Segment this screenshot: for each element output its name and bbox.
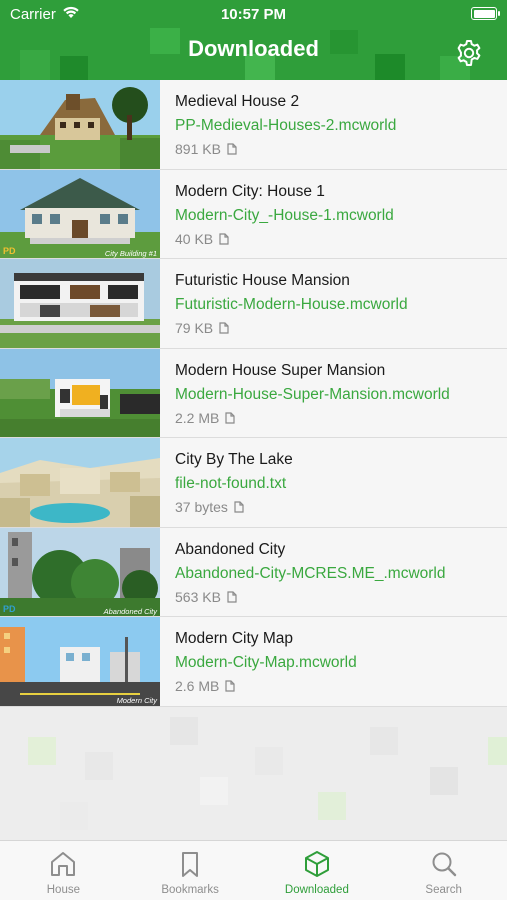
tab-downloaded[interactable]: Downloaded <box>254 841 381 900</box>
thumbnail-image <box>0 259 160 348</box>
thumbnail-image: PD Abandoned City <box>0 527 160 616</box>
document-icon <box>227 590 237 603</box>
item-size: 891 KB <box>175 141 237 157</box>
list-item[interactable]: Modern City Modern City Map Modern-City-… <box>0 617 507 707</box>
item-filename: Modern-House-Super-Mansion.mcworld <box>175 385 450 403</box>
item-filename: PP-Medieval-Houses-2.mcworld <box>175 117 397 134</box>
house-icon <box>51 852 76 876</box>
tab-bookmarks[interactable]: Bookmarks <box>127 841 254 900</box>
item-size: 37 bytes <box>175 499 244 515</box>
page-title: Downloaded <box>188 36 319 61</box>
item-size: 2.6 MB <box>175 678 235 694</box>
tab-label: House <box>46 884 80 896</box>
nav-header: Carrier 10:57 PM Downloaded <box>0 0 507 80</box>
item-title: Modern City Map <box>175 630 294 647</box>
background-pattern <box>0 707 507 840</box>
tab-label: Downloaded <box>284 884 349 896</box>
thumbnail-image <box>0 348 160 437</box>
thumb-badge: PD <box>3 246 16 256</box>
item-size: 79 KB <box>175 320 229 336</box>
document-icon <box>225 411 235 424</box>
document-icon <box>227 143 237 155</box>
tab-label: Search <box>425 884 462 896</box>
list-item[interactable]: Futuristic House Mansion Futuristic-Mode… <box>0 259 507 349</box>
item-filename: file-not-found.txt <box>175 475 287 492</box>
item-title: Medieval House 2 <box>175 93 300 110</box>
search-icon <box>432 852 456 877</box>
tab-label: Bookmarks <box>161 884 219 896</box>
document-icon <box>234 501 244 513</box>
clock: 10:57 PM <box>220 6 287 23</box>
list-item[interactable]: City By The Lake file-not-found.txt 37 b… <box>0 438 507 528</box>
list-item[interactable]: PD Abandoned City Abandoned City Abandon… <box>0 527 507 617</box>
item-title: Modern House Super Mansion <box>175 361 386 379</box>
item-filename: Modern-City_-House-1.mcworld <box>175 206 394 224</box>
document-icon <box>219 232 229 245</box>
item-title: Modern City: House 1 <box>175 182 325 200</box>
bookmark-icon <box>182 852 199 877</box>
item-filename: Futuristic-Modern-House.mcworld <box>175 296 408 313</box>
item-title: Abandoned City <box>175 540 286 558</box>
status-bar: Carrier 10:57 PM <box>0 0 507 28</box>
gear-icon[interactable] <box>455 39 483 67</box>
document-icon <box>219 322 229 334</box>
thumbnail-image: PD City Building #1 <box>0 169 160 258</box>
downloads-list: Medieval House 2 PP-Medieval-Houses-2.mc… <box>0 80 507 707</box>
tab-house[interactable]: House <box>0 841 127 900</box>
item-size: 40 KB <box>175 231 229 247</box>
thumb-caption: Modern City <box>117 696 159 705</box>
thumb-badge: PD <box>3 604 16 614</box>
tab-search[interactable]: Search <box>380 841 507 900</box>
item-title: City By The Lake <box>175 451 293 468</box>
thumb-caption: Abandoned City <box>103 607 159 616</box>
list-item[interactable]: PD City Building #1 Modern City: House 1… <box>0 169 507 259</box>
thumbnail-image <box>0 438 160 527</box>
item-size: 2.2 MB <box>175 410 235 426</box>
list-item[interactable]: Modern House Super Mansion Modern-House-… <box>0 348 507 438</box>
document-icon <box>225 680 235 692</box>
item-size: 563 KB <box>175 589 237 605</box>
thumbnail-image: Modern City <box>0 617 160 706</box>
tab-bar: House Bookmarks Downloaded Search <box>0 840 507 900</box>
thumbnail-image <box>0 80 160 169</box>
thumb-caption: City Building #1 <box>105 249 157 258</box>
item-title: Futuristic House Mansion <box>175 272 350 289</box>
cube-icon <box>304 851 329 877</box>
list-item[interactable]: Medieval House 2 PP-Medieval-Houses-2.mc… <box>0 80 507 170</box>
battery-icon <box>471 7 500 20</box>
item-filename: Abandoned-City-MCRES.ME_.mcworld <box>175 564 446 582</box>
item-filename: Modern-City-Map.mcworld <box>175 654 357 671</box>
